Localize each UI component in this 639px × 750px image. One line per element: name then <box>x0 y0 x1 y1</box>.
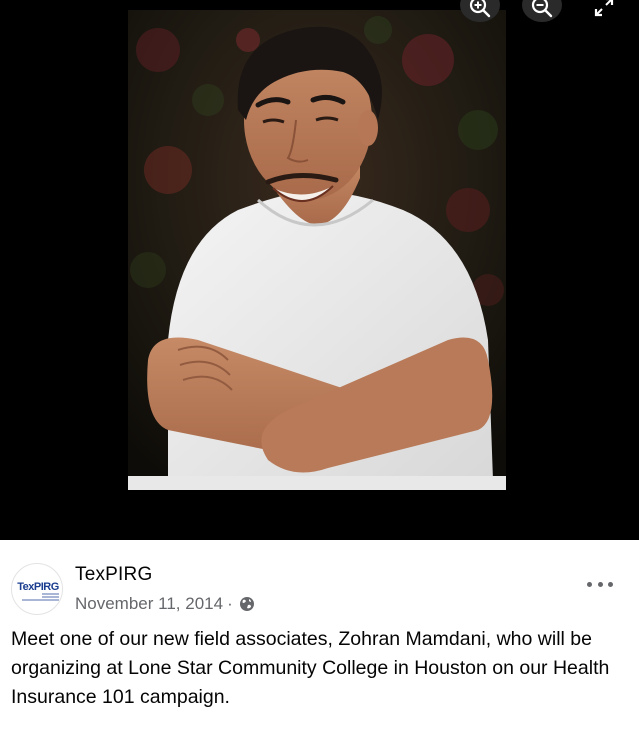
post-card: TexPIRG TexPIRG November 11, 2014 · Meet… <box>0 540 639 750</box>
more-options-button[interactable] <box>587 576 613 592</box>
meta-separator: · <box>227 594 233 613</box>
photo-viewer <box>0 0 639 540</box>
page-avatar[interactable]: TexPIRG <box>11 563 63 615</box>
svg-text:TexPIRG: TexPIRG <box>17 581 59 593</box>
photo-illustration <box>128 10 506 490</box>
zoom-in-icon <box>469 0 491 18</box>
more-options-icon <box>587 581 592 587</box>
post-photo[interactable] <box>128 10 506 490</box>
post-text: Meet one of our new field associates, Zo… <box>11 628 610 708</box>
zoom-out-button[interactable] <box>522 0 562 22</box>
post-date[interactable]: November 11, 2014 <box>75 594 223 614</box>
expand-icon <box>594 0 614 17</box>
texpirg-logo: TexPIRG <box>17 581 59 601</box>
globe-icon <box>239 597 254 611</box>
post-meta: November 11, 2014 · <box>75 594 255 614</box>
page-name[interactable]: TexPIRG <box>75 564 152 586</box>
fullscreen-button[interactable] <box>584 0 624 22</box>
zoom-out-icon <box>531 0 553 18</box>
